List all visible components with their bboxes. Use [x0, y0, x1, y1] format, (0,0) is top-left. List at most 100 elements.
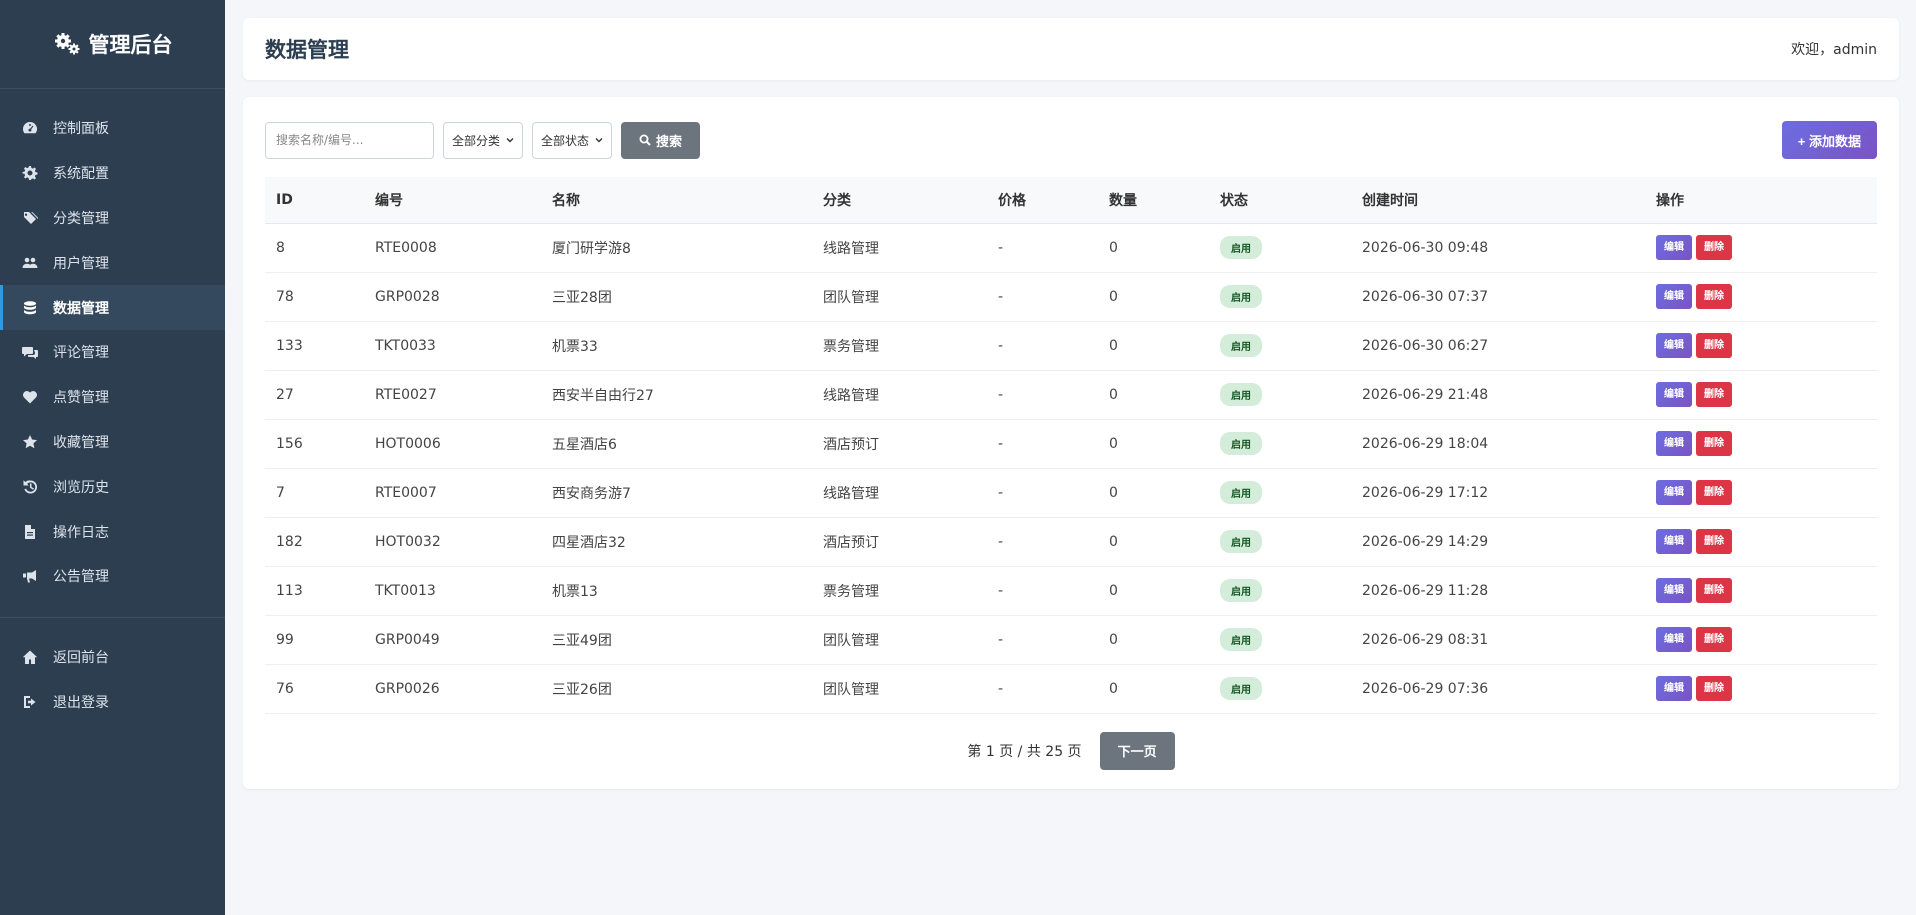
- col-name[interactable]: 名称: [541, 177, 812, 224]
- cell-id: 27: [265, 370, 364, 420]
- cell-actions: 编辑 删除: [1645, 517, 1877, 567]
- cell-name: 三亚26团: [541, 664, 812, 714]
- col-quantity[interactable]: 数量: [1098, 177, 1209, 224]
- cell-category: 票务管理: [812, 321, 987, 371]
- table-row: 113 TKT0013 机票13 票务管理 -0 启用 2026-06-29 11:28 编辑…: [265, 566, 1877, 616]
- sidebar-item-logout[interactable]: 退出登录: [0, 680, 225, 725]
- comments-icon: [22, 344, 38, 360]
- delete-button[interactable]: 删除: [1696, 235, 1732, 260]
- col-id[interactable]: ID: [265, 177, 364, 224]
- col-category[interactable]: 分类: [812, 177, 987, 224]
- cell-qty: 0: [1098, 468, 1209, 518]
- delete-button[interactable]: 删除: [1696, 284, 1732, 309]
- cell-created: 2026-06-30 09:48: [1351, 223, 1645, 273]
- delete-button[interactable]: 删除: [1696, 480, 1732, 505]
- cell-category: 票务管理: [812, 566, 987, 616]
- edit-button[interactable]: 编辑: [1656, 480, 1692, 505]
- sidebar-item-label: 分类管理: [53, 210, 109, 227]
- status-select[interactable]: 全部状态: [532, 121, 613, 159]
- sidebar-item-home[interactable]: 返回前台: [0, 635, 225, 680]
- delete-button[interactable]: 删除: [1696, 676, 1732, 701]
- status-badge: 启用: [1220, 383, 1262, 406]
- edit-button[interactable]: 编辑: [1656, 578, 1692, 603]
- edit-button[interactable]: 编辑: [1656, 333, 1692, 358]
- category-select[interactable]: 全部分类: [443, 121, 524, 159]
- delete-button[interactable]: 删除: [1696, 382, 1732, 407]
- edit-button[interactable]: 编辑: [1656, 235, 1692, 260]
- delete-button[interactable]: 删除: [1696, 529, 1732, 554]
- delete-button[interactable]: 删除: [1696, 578, 1732, 603]
- status-badge: 启用: [1220, 432, 1262, 455]
- cell-id: 78: [265, 272, 364, 322]
- table-row: 8 RTE0008 厦门研学游8 线路管理 -0 启用 2026-06-30 09:48 编辑…: [265, 223, 1877, 273]
- edit-button[interactable]: 编辑: [1656, 382, 1692, 407]
- col-status[interactable]: 状态: [1209, 177, 1351, 224]
- cell-qty: 0: [1098, 272, 1209, 322]
- cell-actions: 编辑 删除: [1645, 223, 1877, 273]
- cell-created: 2026-06-29 07:36: [1351, 664, 1645, 714]
- delete-button[interactable]: 删除: [1696, 333, 1732, 358]
- cell-category: 线路管理: [812, 223, 987, 273]
- table-row: 7 RTE0007 西安商务游7 线路管理 -0 启用 2026-06-29 17:12 编辑…: [265, 468, 1877, 518]
- sidebar-item-label: 用户管理: [53, 255, 109, 272]
- add-data-button[interactable]: + 添加数据: [1781, 121, 1877, 159]
- cell-category: 酒店预订: [812, 419, 987, 469]
- sidebar-item-heart[interactable]: 点赞管理: [0, 375, 225, 420]
- col-created[interactable]: 创建时间: [1351, 177, 1645, 224]
- status-badge: 启用: [1220, 481, 1262, 504]
- table-row: 156 HOT0006 五星酒店6 酒店预订 -0 启用 2026-06-29 18:04 编…: [265, 419, 1877, 469]
- sidebar-item-star[interactable]: 收藏管理: [0, 420, 225, 465]
- sidebar-bottom-nav: 返回前台 退出登录: [0, 635, 225, 725]
- sidebar-item-file[interactable]: 操作日志: [0, 509, 225, 554]
- cell-name: 西安商务游7: [541, 468, 812, 518]
- sidebar-item-comments[interactable]: 评论管理: [0, 330, 225, 375]
- edit-button[interactable]: 编辑: [1656, 529, 1692, 554]
- cell-created: 2026-06-29 21:48: [1351, 370, 1645, 420]
- cell-status: 启用: [1209, 517, 1351, 567]
- cell-qty: 0: [1098, 223, 1209, 273]
- cell-status: 启用: [1209, 321, 1351, 371]
- file-icon: [22, 524, 38, 540]
- table-row: 78 GRP0028 三亚28团 团队管理 -0 启用 2026-06-30 07:37 编辑…: [265, 272, 1877, 322]
- brand-title: 管理后台: [88, 33, 173, 57]
- cell-name: 机票13: [541, 566, 812, 616]
- page-header: 数据管理 欢迎，admin: [243, 18, 1899, 80]
- gear-icon: [22, 165, 38, 181]
- edit-button[interactable]: 编辑: [1656, 627, 1692, 652]
- search-input[interactable]: [265, 121, 434, 159]
- cell-category: 酒店预订: [812, 517, 987, 567]
- cell-category: 团队管理: [812, 664, 987, 714]
- edit-button[interactable]: 编辑: [1656, 284, 1692, 309]
- sidebar-item-database[interactable]: 数据管理: [0, 285, 225, 330]
- sidebar-item-users[interactable]: 用户管理: [0, 240, 225, 285]
- sidebar-item-tags[interactable]: 分类管理: [0, 196, 225, 241]
- cell-status: 启用: [1209, 223, 1351, 273]
- search-button[interactable]: 搜索: [621, 121, 701, 159]
- col-code[interactable]: 编号: [364, 177, 541, 224]
- col-price[interactable]: 价格: [987, 177, 1098, 224]
- sidebar-item-gear[interactable]: 系统配置: [0, 151, 225, 196]
- sidebar-item-history[interactable]: 浏览历史: [0, 464, 225, 509]
- cell-created: 2026-06-30 07:37: [1351, 272, 1645, 322]
- sidebar-item-bullhorn[interactable]: 公告管理: [0, 554, 225, 599]
- cell-actions: 编辑 删除: [1645, 615, 1877, 665]
- next-page-button[interactable]: 下一页: [1099, 731, 1175, 770]
- status-badge: 启用: [1220, 628, 1262, 651]
- pagination: 第 1 页 / 共 25 页 下一页: [265, 731, 1877, 770]
- delete-button[interactable]: 删除: [1696, 431, 1732, 456]
- edit-button[interactable]: 编辑: [1656, 431, 1692, 456]
- cell-status: 启用: [1209, 566, 1351, 616]
- cell-price: -: [987, 272, 1098, 322]
- database-icon: [22, 300, 38, 316]
- cell-qty: 0: [1098, 419, 1209, 469]
- cell-price: -: [987, 615, 1098, 665]
- edit-button[interactable]: 编辑: [1656, 676, 1692, 701]
- sidebar-item-dashboard[interactable]: 控制面板: [0, 106, 225, 151]
- sidebar-divider: [0, 616, 225, 618]
- status-badge: 启用: [1220, 285, 1262, 308]
- sidebar-item-label: 数据管理: [53, 300, 109, 317]
- cell-code: RTE0007: [364, 468, 541, 518]
- delete-button[interactable]: 删除: [1696, 627, 1732, 652]
- cell-code: RTE0027: [364, 370, 541, 420]
- status-select-value: 全部状态: [541, 133, 590, 148]
